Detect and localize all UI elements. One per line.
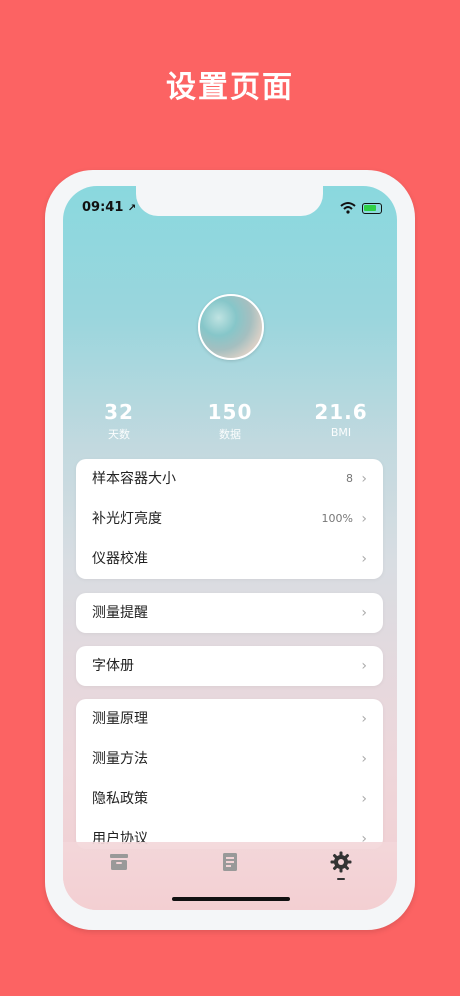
status-time-text: 09:41 <box>82 200 124 215</box>
stat-days-label: 天数 <box>108 428 130 441</box>
chevron-right-icon: › <box>361 511 367 527</box>
row-label: 仪器校准 <box>92 551 148 567</box>
row-label: 样本容器大小 <box>92 471 176 487</box>
location-arrow-icon: ↗ <box>127 203 137 214</box>
row-label: 测量原理 <box>92 711 148 727</box>
tab-reports[interactable] <box>218 850 242 876</box>
archive-icon <box>110 854 128 870</box>
stat-days-value: 32 <box>104 400 134 424</box>
settings-row-fill-light[interactable]: 补光灯亮度 100% › <box>76 499 383 539</box>
settings-group-fonts: 字体册 › <box>76 646 383 686</box>
settings-row-font-book[interactable]: 字体册 › <box>76 646 383 686</box>
chevron-right-icon: › <box>361 751 367 767</box>
gear-icon <box>330 851 352 873</box>
stat-bmi: 21.6 BMI <box>291 400 391 439</box>
stat-bmi-label: BMI <box>330 426 352 439</box>
chevron-right-icon: › <box>361 471 367 487</box>
settings-row-container-size[interactable]: 样本容器大小 8 › <box>76 459 383 499</box>
stat-data-value: 150 <box>207 400 253 424</box>
active-tab-indicator <box>337 878 345 880</box>
settings-group-reminder: 测量提醒 › <box>76 593 383 633</box>
tab-records[interactable] <box>107 850 131 876</box>
tab-settings[interactable] <box>329 850 353 880</box>
device-notch <box>136 186 323 216</box>
row-label: 隐私政策 <box>92 791 148 807</box>
row-value: 100% <box>321 512 353 525</box>
row-label: 字体册 <box>92 658 134 674</box>
row-value: 8 <box>346 472 353 485</box>
settings-row-calibration[interactable]: 仪器校准 › <box>76 539 383 579</box>
settings-row-principle[interactable]: 测量原理 › <box>76 699 383 739</box>
row-label: 测量提醒 <box>92 605 148 621</box>
page-title: 设置页面 <box>166 70 294 105</box>
settings-row-method[interactable]: 测量方法 › <box>76 739 383 779</box>
chevron-right-icon: › <box>361 791 367 807</box>
row-label: 测量方法 <box>92 751 148 767</box>
battery-icon <box>362 203 382 214</box>
avatar[interactable] <box>198 294 264 360</box>
settings-row-reminder[interactable]: 测量提醒 › <box>76 593 383 633</box>
stat-days: 32 天数 <box>69 400 169 442</box>
document-icon <box>223 853 237 871</box>
home-indicator <box>172 897 290 901</box>
chevron-right-icon: › <box>361 658 367 674</box>
stat-data: 150 数据 <box>180 400 280 442</box>
wifi-icon <box>340 202 356 214</box>
settings-group-device: 样本容器大小 8 › 补光灯亮度 100% › 仪器校准 › <box>76 459 383 579</box>
settings-row-privacy[interactable]: 隐私政策 › <box>76 779 383 819</box>
settings-group-about: 测量原理 › 测量方法 › 隐私政策 › 用户协议 › <box>76 699 383 849</box>
status-time: 09:41 ↗ <box>82 200 136 215</box>
chevron-right-icon: › <box>361 551 367 567</box>
status-icons <box>340 200 386 216</box>
row-label: 补光灯亮度 <box>92 511 162 527</box>
chevron-right-icon: › <box>361 711 367 727</box>
stat-bmi-value: 21.6 <box>314 400 368 424</box>
chevron-right-icon: › <box>361 605 367 621</box>
battery-level <box>364 205 376 211</box>
stat-data-label: 数据 <box>219 428 241 441</box>
